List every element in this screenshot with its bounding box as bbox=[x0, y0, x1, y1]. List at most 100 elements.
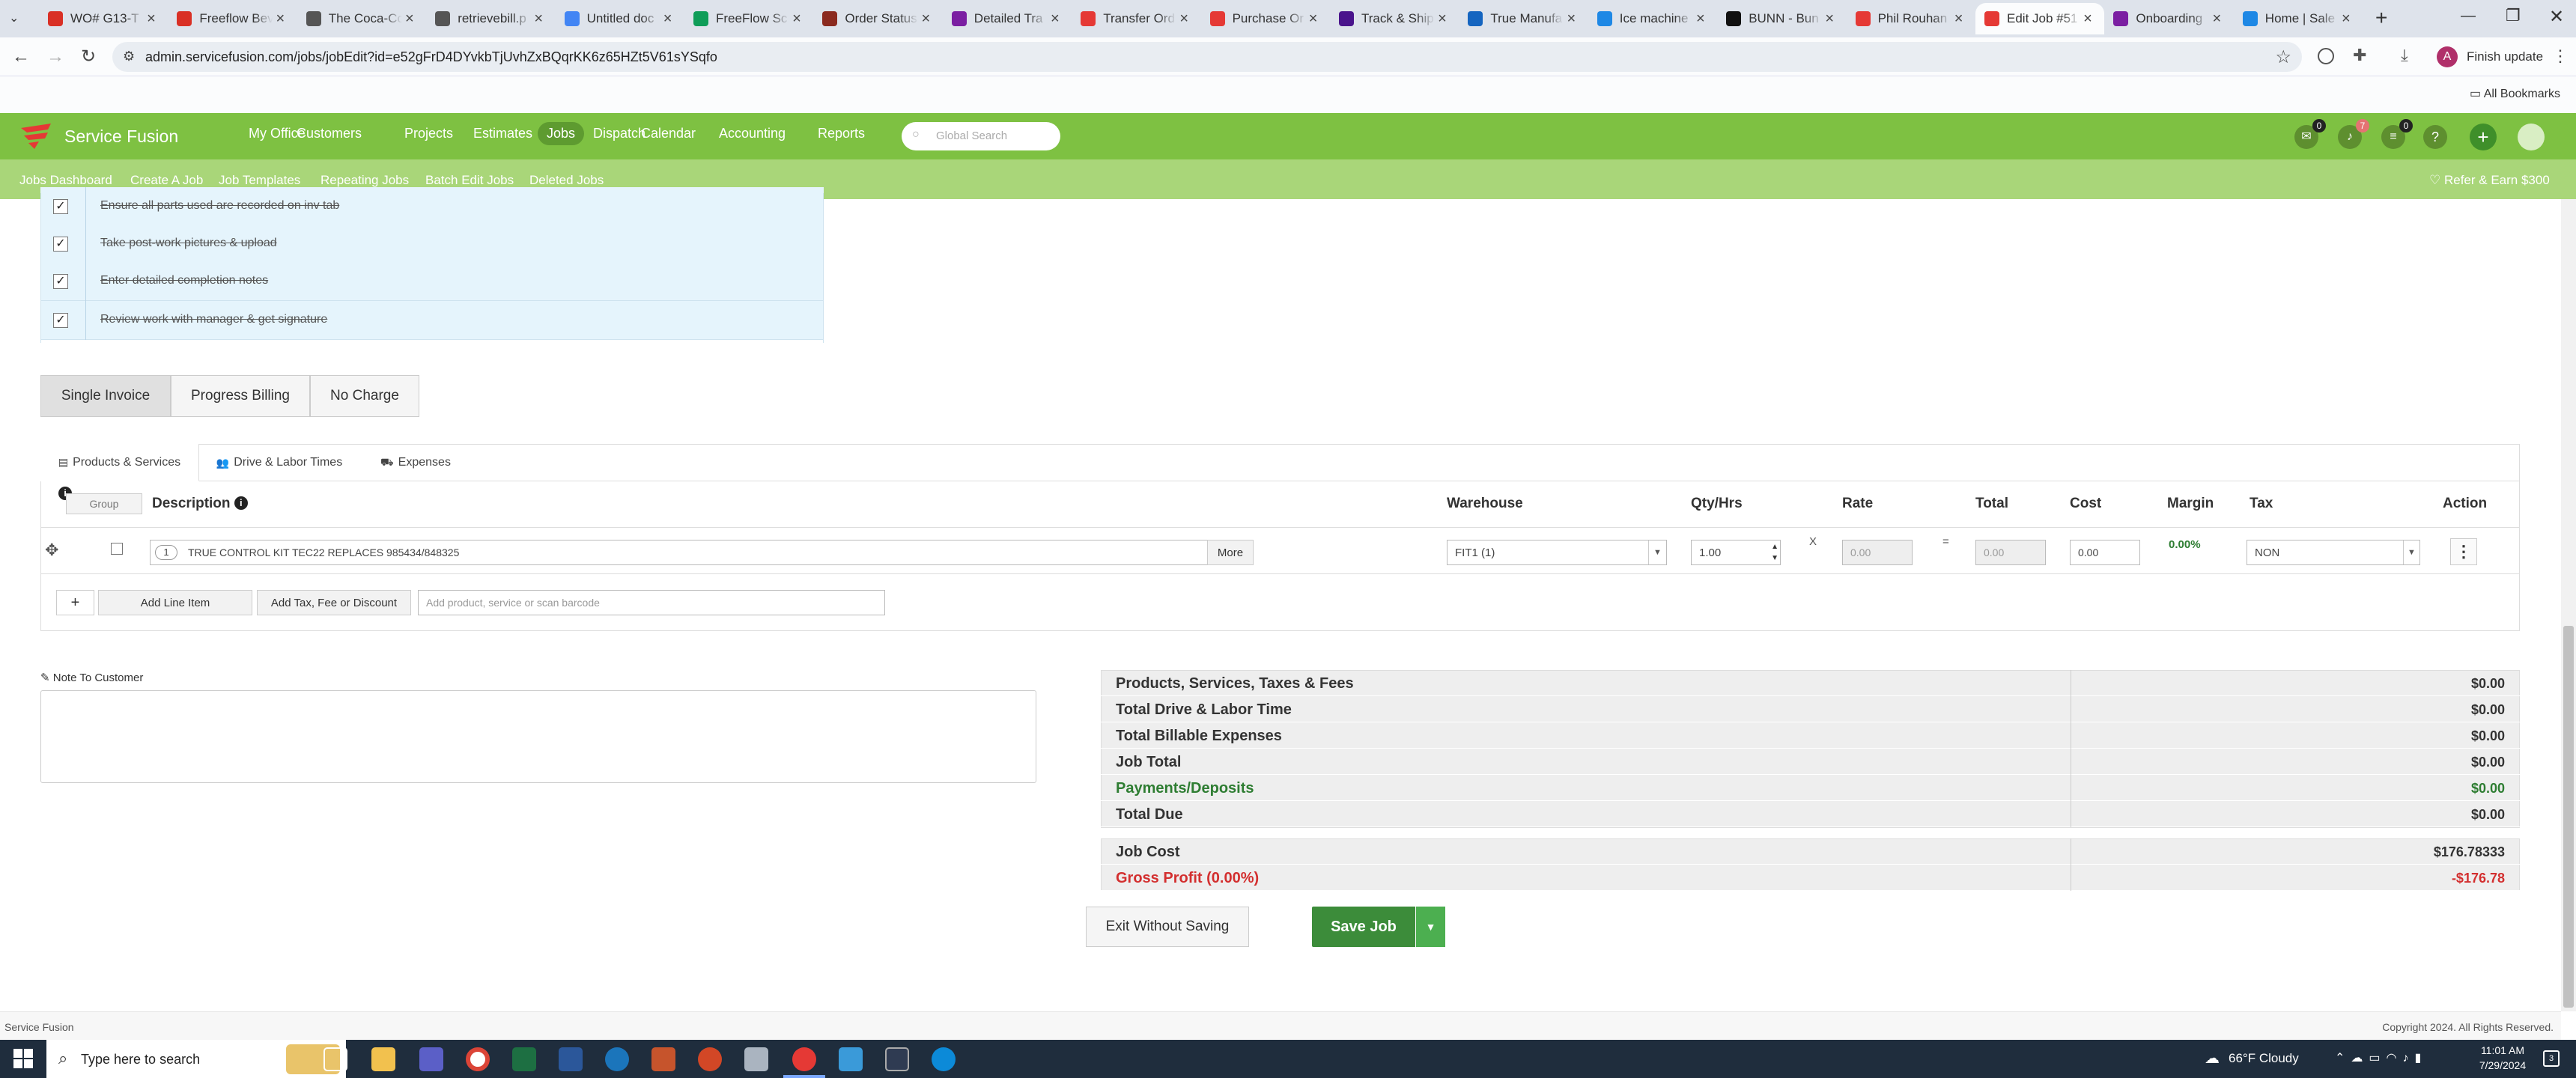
nav-item[interactable]: Accounting bbox=[719, 126, 786, 141]
download-icon[interactable]: ⤓ bbox=[2401, 46, 2408, 65]
checklist-item[interactable]: ✓ Enter detailed completion notes bbox=[40, 262, 824, 301]
description-info-icon[interactable]: i bbox=[234, 496, 248, 510]
tab-close-icon[interactable]: × bbox=[402, 10, 417, 28]
refer-earn-link[interactable]: ♡ Refer & Earn $300 bbox=[2429, 173, 2550, 188]
file-explorer-icon[interactable] bbox=[371, 1047, 395, 1071]
restore-window-icon[interactable]: ❐ bbox=[2506, 6, 2521, 25]
nav-item[interactable]: Reports bbox=[818, 126, 865, 141]
browser-tab[interactable]: Track & Ship × bbox=[1330, 3, 1459, 34]
billing-type-button[interactable]: Progress Billing bbox=[171, 375, 310, 417]
add-new-icon[interactable]: + bbox=[2470, 124, 2497, 150]
cost-input[interactable]: 0.00 bbox=[2070, 540, 2140, 565]
drag-handle-icon[interactable]: ✥ bbox=[45, 540, 58, 560]
tab-close-icon[interactable]: × bbox=[2209, 10, 2224, 28]
teams-icon[interactable] bbox=[419, 1047, 443, 1071]
browser-tab[interactable]: Transfer Ord × bbox=[1072, 3, 1200, 34]
subnav-item[interactable]: Create A Job bbox=[130, 173, 203, 188]
chrome-icon[interactable] bbox=[466, 1047, 490, 1071]
windows-start-icon[interactable] bbox=[13, 1049, 33, 1068]
word-icon[interactable] bbox=[559, 1047, 583, 1071]
tab-close-icon[interactable]: × bbox=[2339, 10, 2354, 28]
browser-tab[interactable]: The Coca-Co × bbox=[297, 3, 426, 34]
tab-close-icon[interactable]: × bbox=[1176, 10, 1191, 28]
app-icon-2[interactable] bbox=[744, 1047, 768, 1071]
tab-close-icon[interactable]: × bbox=[789, 10, 804, 28]
all-bookmarks[interactable]: ▭ All Bookmarks bbox=[2470, 86, 2560, 101]
help-icon[interactable]: ? bbox=[2423, 125, 2447, 149]
browser-tab[interactable]: Untitled doc × bbox=[556, 3, 684, 34]
app-icon-4[interactable] bbox=[885, 1047, 909, 1071]
browser-extension-icon[interactable] bbox=[2318, 48, 2334, 64]
more-button[interactable]: More bbox=[1207, 540, 1254, 565]
browser-tab[interactable]: WO# G13-T × bbox=[39, 3, 168, 34]
edge-icon[interactable] bbox=[932, 1047, 956, 1071]
description-input[interactable]: 1 TRUE CONTROL KIT TEC22 REPLACES 985434… bbox=[150, 540, 1245, 565]
browser-tab[interactable]: Onboarding × bbox=[2104, 3, 2233, 34]
subnav-item[interactable]: Deleted Jobs bbox=[529, 173, 604, 188]
qty-stepper[interactable]: 1.00 ▲ ▼ bbox=[1691, 540, 1781, 565]
extensions-puzzle-icon[interactable]: ✚ bbox=[2353, 46, 2366, 65]
warehouse-select[interactable]: FIT1 (1) ▼ bbox=[1447, 540, 1667, 565]
scrollbar-thumb[interactable] bbox=[2563, 626, 2574, 1008]
section-tab[interactable]: ⛟ Expenses bbox=[359, 444, 472, 481]
row-actions-icon[interactable]: ⋮ bbox=[2450, 538, 2477, 565]
browser-tab[interactable]: Home | Sale × bbox=[2234, 3, 2363, 34]
save-job-button[interactable]: Save Job bbox=[1312, 907, 1415, 947]
nav-item[interactable]: Dispatch bbox=[593, 126, 645, 141]
browser-tab[interactable]: Phil Rouhan × bbox=[1847, 3, 1975, 34]
billing-type-button[interactable]: No Charge bbox=[310, 375, 419, 417]
app-icon-1[interactable] bbox=[651, 1047, 675, 1071]
checklist-item[interactable]: ✓ Ensure all parts used are recorded on i… bbox=[40, 187, 824, 226]
subnav-item[interactable]: Jobs Dashboard bbox=[19, 173, 112, 188]
service-fusion-logo-icon[interactable] bbox=[18, 122, 55, 150]
checklist-item[interactable]: ✓ Take post-work pictures & upload bbox=[40, 225, 824, 264]
checkmark-icon[interactable]: ✓ bbox=[53, 274, 68, 289]
notification-center-icon[interactable]: 3 bbox=[2543, 1050, 2560, 1067]
browser-tab[interactable]: True Manufa × bbox=[1459, 3, 1588, 34]
tab-close-icon[interactable]: × bbox=[1435, 10, 1450, 28]
browser-tab[interactable]: FreeFlow Sc × bbox=[684, 3, 813, 34]
tab-close-icon[interactable]: × bbox=[1951, 10, 1966, 28]
add-line-item-button[interactable]: Add Line Item bbox=[98, 590, 252, 615]
tab-close-icon[interactable]: × bbox=[2080, 10, 2095, 28]
group-button[interactable]: Group bbox=[66, 493, 142, 514]
profile-avatar[interactable]: A bbox=[2437, 46, 2458, 67]
tab-close-icon[interactable]: × bbox=[660, 10, 675, 28]
url-text[interactable]: admin.servicefusion.com/jobs/jobEdit?id=… bbox=[145, 49, 717, 65]
nav-item[interactable]: Jobs bbox=[538, 122, 585, 145]
note-textarea[interactable] bbox=[40, 690, 1036, 783]
site-info-icon[interactable]: ⚙ bbox=[123, 49, 135, 64]
nav-item[interactable]: Projects bbox=[404, 126, 453, 141]
nav-item[interactable]: Customers bbox=[297, 126, 362, 141]
tab-close-icon[interactable]: × bbox=[531, 10, 546, 28]
rate-input[interactable]: 0.00 bbox=[1842, 540, 1913, 565]
browser-tab[interactable]: retrievebill.p × bbox=[426, 3, 555, 34]
nav-item[interactable]: Estimates bbox=[473, 126, 532, 141]
edge-legacy-icon[interactable] bbox=[605, 1047, 629, 1071]
tab-close-icon[interactable]: × bbox=[1822, 10, 1837, 28]
checklist-item[interactable]: ✓ Review work with manager & get signatur… bbox=[40, 301, 824, 340]
tab-close-icon[interactable]: × bbox=[273, 10, 288, 28]
checkmark-icon[interactable]: ✓ bbox=[53, 313, 68, 328]
stepper-arrows-icon[interactable]: ▲ ▼ bbox=[1771, 541, 1778, 564]
back-arrow-icon[interactable]: ← bbox=[12, 46, 30, 67]
tab-close-icon[interactable]: × bbox=[1306, 10, 1321, 28]
nav-item[interactable]: Calendar bbox=[641, 126, 696, 141]
add-plus-button[interactable]: + bbox=[56, 590, 94, 615]
browser-tab[interactable]: Detailed Tra × bbox=[943, 3, 1072, 34]
subnav-item[interactable]: Repeating Jobs bbox=[321, 173, 409, 188]
browser-menu-icon[interactable]: ⋮ bbox=[2552, 46, 2569, 66]
row-checkbox[interactable] bbox=[111, 543, 123, 555]
billing-type-button[interactable]: Single Invoice bbox=[40, 375, 171, 417]
browser-tab[interactable]: Order Status × bbox=[813, 3, 942, 34]
finish-update-button[interactable]: Finish update bbox=[2467, 49, 2543, 64]
subnav-item[interactable]: Job Templates bbox=[219, 173, 300, 188]
bookmark-star-icon[interactable]: ☆ bbox=[2275, 46, 2291, 68]
tax-select[interactable]: NON ▼ bbox=[2247, 540, 2420, 565]
browser-tab[interactable]: Edit Job #51 × bbox=[1975, 3, 2104, 34]
tab-search-icon[interactable]: ⌄ bbox=[9, 10, 25, 27]
checkmark-icon[interactable]: ✓ bbox=[53, 199, 68, 214]
app-icon-3[interactable] bbox=[839, 1047, 863, 1071]
global-search-input[interactable]: ○ Global Search bbox=[902, 122, 1060, 150]
tab-close-icon[interactable]: × bbox=[144, 10, 159, 28]
